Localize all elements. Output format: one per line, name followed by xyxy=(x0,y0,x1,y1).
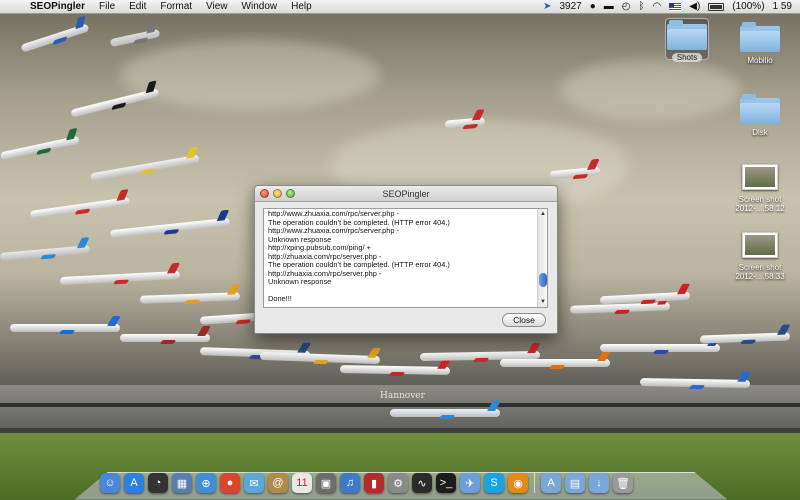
photo-booth-icon[interactable]: ▮ xyxy=(364,473,384,493)
airplane-image xyxy=(699,324,791,347)
vertical-scrollbar[interactable]: ▲ ▼ xyxy=(537,209,547,307)
airplane-image xyxy=(0,127,81,164)
airplane-image xyxy=(29,189,131,223)
drive-icon[interactable]: ▬ xyxy=(604,1,614,13)
log-line: Done!!! xyxy=(268,294,292,303)
volume-icon[interactable]: ◀) xyxy=(689,1,700,13)
desktop-folder-shots[interactable]: Shots xyxy=(662,20,712,62)
dock: ☺ A ◔ ▦ ⊕ ● ✉ @11 ▣ ♫ ▮ ⚙ ∿ >_ ✈ S ◉ A ▤ ↓ 🗑 xyxy=(96,467,706,493)
desktop-screenshot-2[interactable]: Screen shot 2012-....58.33 xyxy=(728,232,792,281)
airplane-image xyxy=(69,80,160,121)
airplane-image xyxy=(89,146,200,186)
battery-icon[interactable] xyxy=(708,2,725,11)
seopingler-window: SEOPingler http://www.zhuaxia.com/rpc/se… xyxy=(254,185,558,334)
window-controls xyxy=(260,189,295,198)
desktop-folder-mobilio[interactable]: Mobilio xyxy=(732,22,788,65)
rss-icon[interactable]: ◉ xyxy=(508,473,528,493)
menu-bar: SEOPingler File Edit Format View Window … xyxy=(0,0,800,14)
mail-icon[interactable]: ✈ xyxy=(460,473,480,493)
system-preferences-icon[interactable]: ⚙ xyxy=(388,473,408,493)
scroll-up-icon[interactable]: ▲ xyxy=(539,210,547,218)
clock[interactable]: 1 59 xyxy=(773,1,792,12)
desktop-icon-label: Screen shot 2012-....58.33 xyxy=(735,263,785,281)
log-textview[interactable]: http://www.zhuaxia.com/rpc/server.php -T… xyxy=(263,208,548,308)
folder-icon xyxy=(667,20,707,50)
sync-icon[interactable]: ● xyxy=(590,1,596,13)
airplane-image xyxy=(500,351,611,371)
menu-help[interactable]: Help xyxy=(291,1,312,12)
desktop-icon-label: Shots xyxy=(671,53,703,62)
status-counter[interactable]: 3927 xyxy=(559,1,581,12)
desktop-icon-label: Screen shot 2012-....58.12 xyxy=(735,195,785,213)
downloads-folder-icon[interactable]: ↓ xyxy=(589,473,609,493)
dashboard-icon[interactable]: ◔ xyxy=(148,473,168,493)
activity-monitor-icon[interactable]: ∿ xyxy=(412,473,432,493)
terminal-icon[interactable]: >_ xyxy=(436,473,456,493)
trash-icon[interactable]: 🗑 xyxy=(613,473,633,493)
time-machine-icon[interactable]: ◴ xyxy=(622,1,631,13)
photos-icon[interactable]: ▣ xyxy=(316,473,336,493)
menu-format[interactable]: Format xyxy=(160,1,192,12)
location-arrow-icon[interactable]: ➤ xyxy=(543,1,551,13)
airplane-image xyxy=(639,371,752,392)
close-button[interactable]: Close xyxy=(502,313,546,327)
scroll-thumb[interactable] xyxy=(539,273,547,287)
apple-menu-icon[interactable] xyxy=(12,1,22,13)
dock-separator xyxy=(534,473,535,493)
app-store-icon[interactable]: A xyxy=(124,473,144,493)
airplane-image xyxy=(19,15,91,57)
airplane-image xyxy=(599,283,691,309)
zoom-window-icon[interactable] xyxy=(286,189,295,198)
screenshot-thumbnail xyxy=(742,164,778,190)
cloud xyxy=(560,60,740,120)
log-text[interactable]: http://www.zhuaxia.com/rpc/server.php -T… xyxy=(268,209,533,304)
folder-icon xyxy=(740,22,780,52)
battery-percent[interactable]: (100%) xyxy=(732,1,764,12)
close-window-icon[interactable] xyxy=(260,189,269,198)
bluetooth-icon[interactable]: ᛒ xyxy=(639,1,645,13)
scroll-down-icon[interactable]: ▼ xyxy=(539,298,547,306)
safari-icon[interactable]: ⊕ xyxy=(196,473,216,493)
airplane-image xyxy=(10,316,121,336)
address-book-icon[interactable]: @ xyxy=(268,473,288,493)
window-title: SEOPingler xyxy=(382,189,430,199)
airplane-image xyxy=(0,237,91,265)
airplane-image xyxy=(109,209,231,242)
wifi-icon[interactable]: ◠ xyxy=(653,1,662,13)
input-source-flag-icon[interactable] xyxy=(669,2,682,11)
building-sign: Hannover xyxy=(380,391,425,401)
skype-icon[interactable]: S xyxy=(484,473,504,493)
menu-view[interactable]: View xyxy=(206,1,228,12)
preview-icon[interactable]: ▦ xyxy=(172,473,192,493)
calendar-icon[interactable]: 11 xyxy=(292,473,312,493)
airplane-image xyxy=(120,326,211,346)
menu-file[interactable]: File xyxy=(99,1,115,12)
log-line: Unknown response xyxy=(268,277,332,286)
airplane-image xyxy=(390,401,501,421)
status-area: ➤ 3927 ● ▬ ◴ ᛒ ◠ ◀) (100%) 1 59 xyxy=(543,1,800,13)
airplane-image xyxy=(59,262,181,289)
desktop-screenshot-1[interactable]: Screen shot 2012-....58.12 xyxy=(728,164,792,213)
desktop-icon-label: Mobilio xyxy=(747,56,773,65)
desktop-folder-disk[interactable]: Disk xyxy=(732,94,788,137)
menu-app-name[interactable]: SEOPingler xyxy=(30,1,85,12)
itunes-icon[interactable]: ♫ xyxy=(340,473,360,493)
airplane-image xyxy=(109,20,161,51)
screenshot-thumbnail xyxy=(742,232,778,258)
chrome-icon[interactable]: ● xyxy=(220,473,240,493)
folder-icon xyxy=(740,94,780,124)
finder-icon[interactable]: ☺ xyxy=(100,473,120,493)
menu-edit[interactable]: Edit xyxy=(129,1,146,12)
window-titlebar[interactable]: SEOPingler xyxy=(255,186,557,202)
airplane-image xyxy=(139,284,241,307)
menu-window[interactable]: Window xyxy=(242,1,278,12)
applications-folder-icon[interactable]: A xyxy=(541,473,561,493)
skype-app-icon[interactable]: ✉ xyxy=(244,473,264,493)
documents-folder-icon[interactable]: ▤ xyxy=(565,473,585,493)
desktop-icon-label: Disk xyxy=(752,128,768,137)
minimize-window-icon[interactable] xyxy=(273,189,282,198)
